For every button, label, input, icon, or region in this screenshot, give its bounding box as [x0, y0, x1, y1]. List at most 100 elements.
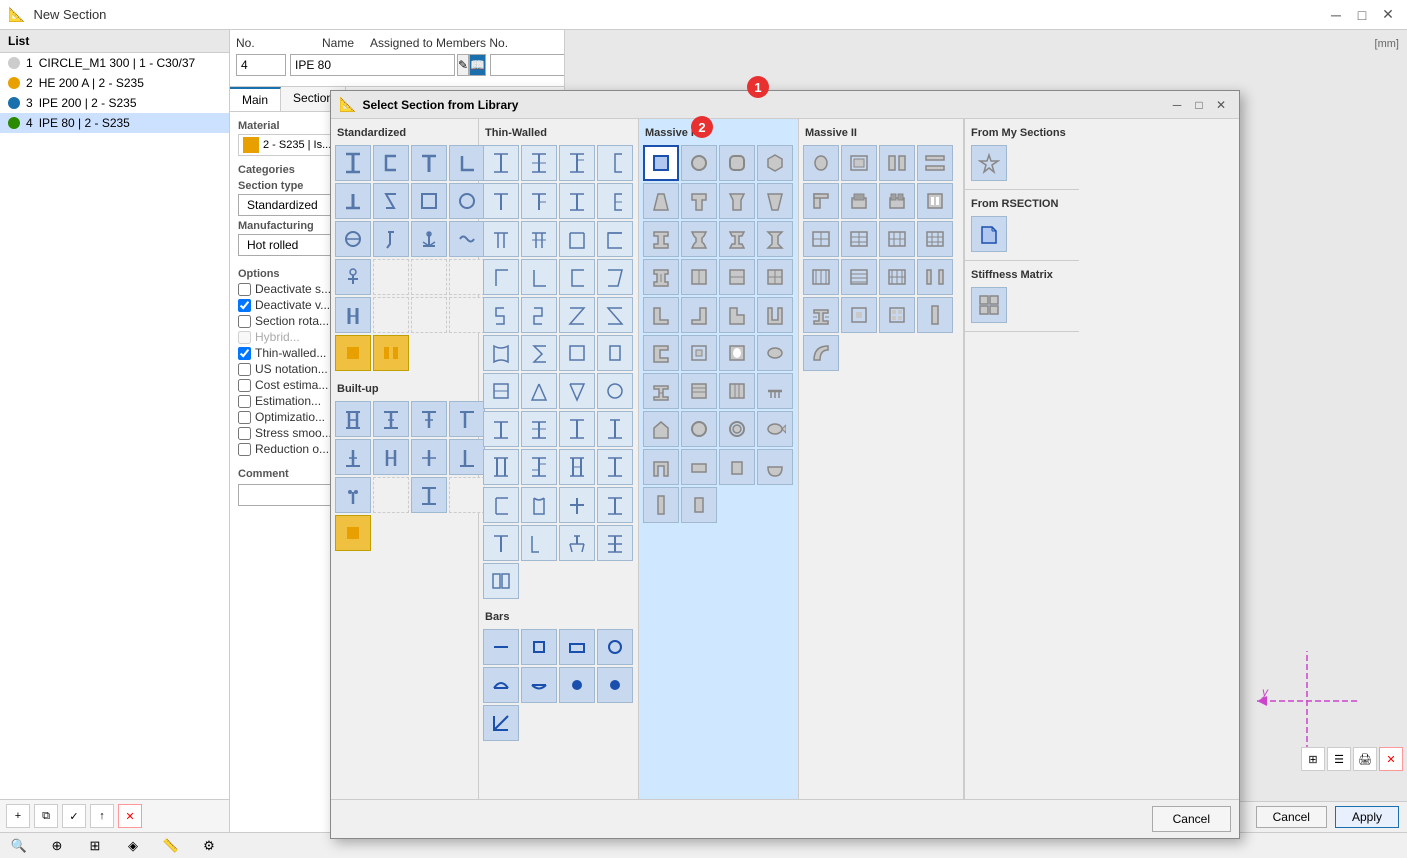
tw-doublet3[interactable]	[559, 449, 595, 485]
stiffness-matrix-icon[interactable]	[971, 287, 1007, 323]
bar-rect[interactable]	[559, 629, 595, 665]
mi-fish[interactable]	[757, 411, 793, 447]
mi-rect2[interactable]	[681, 449, 717, 485]
std-icon-j[interactable]	[373, 221, 409, 257]
status-search[interactable]: 🔍	[8, 835, 30, 857]
tw-c3[interactable]	[559, 259, 595, 295]
tw-z1[interactable]	[483, 297, 519, 333]
tw-ibeam1[interactable]	[483, 411, 519, 447]
dialog-close[interactable]: ✕	[1211, 95, 1231, 115]
tw-1[interactable]	[483, 145, 519, 181]
mi-roundrect[interactable]	[719, 145, 755, 181]
mii-dual2[interactable]	[841, 145, 877, 181]
std-icon-IIvert[interactable]	[335, 297, 371, 333]
bar-halfcircle1[interactable]	[483, 667, 519, 703]
mii-dual4[interactable]	[917, 145, 953, 181]
tw-pi4[interactable]	[597, 221, 633, 257]
tw-double1[interactable]	[483, 563, 519, 599]
bar-halfcircle2[interactable]	[521, 667, 557, 703]
std-icon-I[interactable]	[335, 145, 371, 181]
mi-house[interactable]	[643, 411, 679, 447]
tw-circle1[interactable]	[597, 373, 633, 409]
mi-ibeam2[interactable]	[681, 221, 717, 257]
tw-ibeam2[interactable]	[521, 411, 557, 447]
mi-istiff[interactable]	[643, 373, 679, 409]
mi-Tsym[interactable]	[757, 183, 793, 219]
dialog-minimize[interactable]: ─	[1167, 95, 1187, 115]
mii-comb2[interactable]	[841, 183, 877, 219]
mi-stiffened[interactable]	[681, 259, 717, 295]
std-icon-empty2[interactable]	[411, 259, 447, 295]
builtup-icon-11[interactable]	[411, 477, 447, 513]
mi-ibeam3[interactable]	[719, 221, 755, 257]
mi-column2[interactable]	[681, 487, 717, 523]
tw-tsect3[interactable]	[559, 525, 595, 561]
mii-comb1[interactable]	[803, 183, 839, 219]
std-icon-orange2[interactable]	[373, 335, 409, 371]
mi-rect3[interactable]	[719, 449, 755, 485]
tw-box2[interactable]	[597, 335, 633, 371]
tw-z3[interactable]	[559, 297, 595, 333]
tw-c4[interactable]	[597, 259, 633, 295]
status-settings[interactable]: ⚙	[198, 835, 220, 857]
builtup-icon-1[interactable]	[335, 401, 371, 437]
std-icon-empty5[interactable]	[411, 297, 447, 333]
tw-c1[interactable]	[483, 259, 519, 295]
tw-sigma[interactable]	[521, 335, 557, 371]
mii-grid1[interactable]	[803, 221, 839, 257]
mi-multistiff2[interactable]	[719, 373, 755, 409]
mi-ellipse[interactable]	[757, 335, 793, 371]
mii-istiff1[interactable]	[803, 297, 839, 333]
std-icon-empty1[interactable]	[373, 259, 409, 295]
dialog-maximize[interactable]: □	[1189, 95, 1209, 115]
tw-6[interactable]	[521, 183, 557, 219]
mi-circle2[interactable]	[681, 411, 717, 447]
tw-tsect4[interactable]	[597, 525, 633, 561]
dialog-cancel-button[interactable]: Cancel	[1152, 806, 1231, 832]
tw-plus[interactable]	[559, 487, 595, 523]
mi-Tsect[interactable]	[681, 183, 717, 219]
mi-holedrect[interactable]	[719, 335, 755, 371]
mii-istiff2[interactable]	[841, 297, 877, 333]
builtup-icon-3[interactable]	[411, 401, 447, 437]
mii-grate3[interactable]	[879, 259, 915, 295]
std-icon-rect[interactable]	[411, 183, 447, 219]
bar-line[interactable]	[483, 629, 519, 665]
mi-stiff3[interactable]	[757, 259, 793, 295]
mii-grid2[interactable]	[841, 221, 877, 257]
tw-pi3[interactable]	[559, 221, 595, 257]
mii-dual1[interactable]	[803, 145, 839, 181]
mii-curved1[interactable]	[803, 335, 839, 371]
mii-vertical[interactable]	[917, 297, 953, 333]
mi-Csect1[interactable]	[643, 335, 679, 371]
tw-open1[interactable]	[483, 487, 519, 523]
mi-ibeam4[interactable]	[757, 221, 793, 257]
builtup-icon-5[interactable]	[335, 439, 371, 475]
tw-z4[interactable]	[597, 297, 633, 333]
tw-pi1[interactable]	[483, 221, 519, 257]
bar-square[interactable]	[521, 629, 557, 665]
mi-rect[interactable]	[643, 145, 679, 181]
tw-ibeam4[interactable]	[597, 411, 633, 447]
mii-grid4[interactable]	[917, 221, 953, 257]
std-icon-empty4[interactable]	[373, 297, 409, 333]
mii-grate1[interactable]	[803, 259, 839, 295]
mi-usect[interactable]	[757, 297, 793, 333]
mi-stiff2[interactable]	[719, 259, 755, 295]
tw-tsect2[interactable]	[521, 525, 557, 561]
tw-doublet1[interactable]	[483, 449, 519, 485]
mi-Tbig[interactable]	[719, 183, 755, 219]
status-snap[interactable]: ◈	[122, 835, 144, 857]
mi-box1[interactable]	[681, 335, 717, 371]
tw-tri2[interactable]	[559, 373, 595, 409]
builtup-icon-7[interactable]	[411, 439, 447, 475]
std-icon-person[interactable]	[335, 259, 371, 295]
tw-pi2[interactable]	[521, 221, 557, 257]
tw-ibeam3[interactable]	[559, 411, 595, 447]
mii-dual3[interactable]	[879, 145, 915, 181]
tw-c2[interactable]	[521, 259, 557, 295]
mi-trap1[interactable]	[643, 183, 679, 219]
bar-dot1[interactable]	[559, 667, 595, 703]
std-icon-theta[interactable]	[335, 221, 371, 257]
mi-ibeam1[interactable]	[643, 221, 679, 257]
